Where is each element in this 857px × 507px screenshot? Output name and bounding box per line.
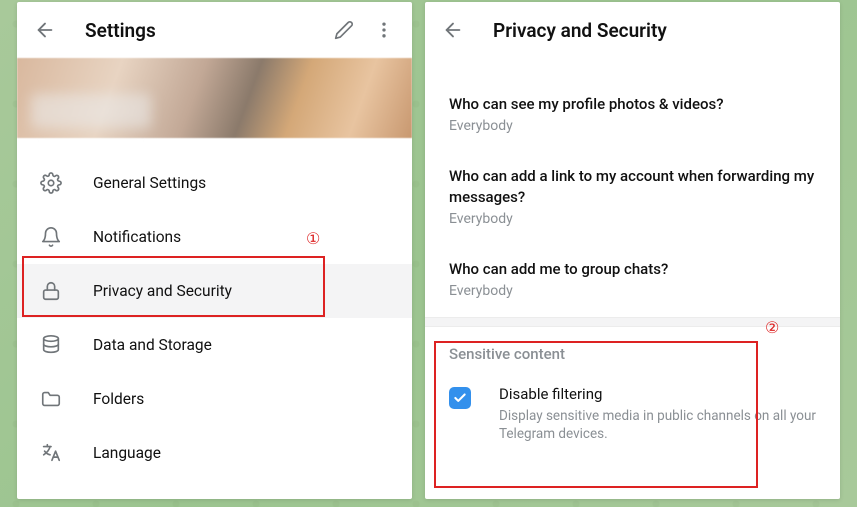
option-value: Everybody [449, 211, 816, 227]
check-icon [453, 391, 467, 405]
back-button[interactable] [25, 10, 65, 50]
disable-filtering-checkbox[interactable] [449, 387, 471, 409]
menu-notifications[interactable]: Notifications [17, 210, 412, 264]
disable-filtering-desc: Display sensitive media in public channe… [499, 407, 816, 443]
pencil-icon [334, 20, 354, 40]
profile-banner[interactable] [17, 58, 412, 138]
settings-menu: General Settings Notifications Privacy a… [17, 138, 412, 480]
disable-filtering-row[interactable]: Disable filtering Display sensitive medi… [425, 369, 840, 467]
privacy-option-forward-link[interactable]: Who can add a link to my account when fo… [425, 152, 840, 245]
more-vertical-icon [374, 20, 394, 40]
folder-icon [39, 387, 63, 411]
settings-header: Settings [17, 2, 412, 58]
option-title: Who can see my profile photos & videos? [449, 94, 816, 114]
language-icon [39, 441, 63, 465]
settings-panel: Settings General Settings Notifications [17, 2, 412, 499]
menu-general-settings[interactable]: General Settings [17, 156, 412, 210]
settings-title: Settings [85, 19, 324, 42]
annotation-number-2: ② [765, 318, 779, 337]
menu-privacy-security[interactable]: Privacy and Security [17, 264, 412, 318]
storage-icon [39, 333, 63, 357]
menu-language[interactable]: Language [17, 426, 412, 480]
privacy-header: Privacy and Security [425, 2, 840, 58]
privacy-panel: Privacy and Security Who can see my prof… [425, 2, 840, 499]
menu-label: Notifications [93, 228, 181, 246]
menu-data-storage[interactable]: Data and Storage [17, 318, 412, 372]
annotation-number-1: ① [306, 229, 320, 248]
privacy-option-photos[interactable]: Who can see my profile photos & videos? … [425, 80, 840, 152]
arrow-left-icon [442, 19, 464, 41]
bell-icon [39, 225, 63, 249]
option-value: Everybody [449, 118, 816, 134]
option-title: Who can add a link to my account when fo… [449, 166, 816, 207]
privacy-option-groups[interactable]: Who can add me to group chats? Everybody [425, 245, 840, 317]
menu-label: Folders [93, 390, 144, 408]
gear-icon [39, 171, 63, 195]
disable-filtering-label: Disable filtering [499, 385, 816, 403]
option-title: Who can add me to group chats? [449, 259, 816, 279]
arrow-left-icon [34, 19, 56, 41]
lock-icon [39, 279, 63, 303]
profile-name-blur [31, 94, 151, 128]
menu-folders[interactable]: Folders [17, 372, 412, 426]
menu-label: Language [93, 444, 161, 462]
menu-label: Privacy and Security [93, 282, 232, 300]
privacy-title: Privacy and Security [493, 19, 832, 42]
menu-label: General Settings [93, 174, 206, 192]
more-button[interactable] [364, 10, 404, 50]
menu-label: Data and Storage [93, 336, 212, 354]
back-button[interactable] [433, 10, 473, 50]
option-value: Everybody [449, 283, 816, 299]
edit-button[interactable] [324, 10, 364, 50]
